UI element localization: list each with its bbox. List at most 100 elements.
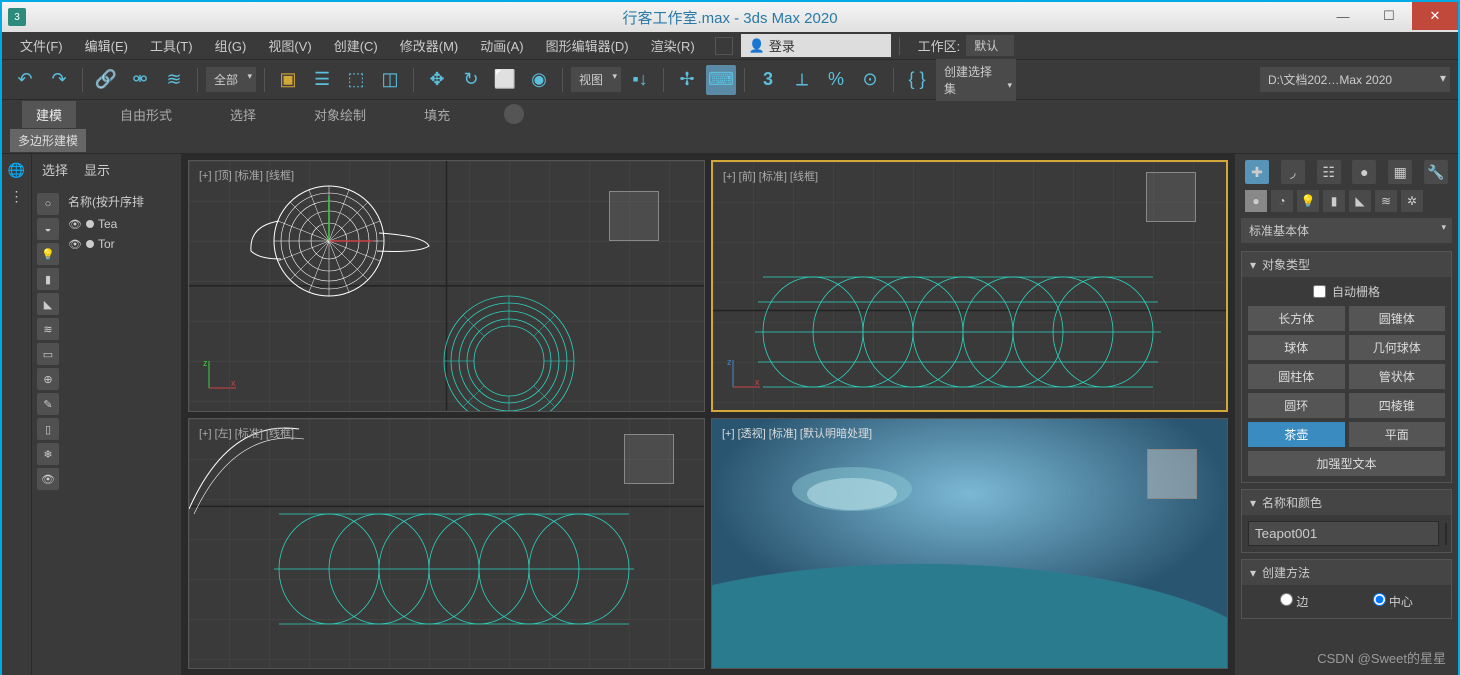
viewport-top[interactable]: [+] [顶] [标准] [线框] xyxy=(188,160,705,412)
viewport-left[interactable]: [+] [左] [标准] [线框] xyxy=(188,418,705,670)
strip-handle-icon[interactable]: ⋮ xyxy=(5,184,29,208)
rotate-button[interactable]: ↻ xyxy=(456,65,486,95)
named-selection-button[interactable]: { } xyxy=(902,65,932,95)
subtab-lights[interactable]: 💡 xyxy=(1297,190,1319,212)
ribbon-tab-modeling[interactable]: 建模 xyxy=(22,101,76,128)
filter-cameras-icon[interactable]: ▮ xyxy=(37,268,59,290)
obj-cylinder[interactable]: 圆柱体 xyxy=(1248,364,1345,389)
move-button[interactable]: ✥ xyxy=(422,65,452,95)
subtab-cameras[interactable]: ▮ xyxy=(1323,190,1345,212)
ribbon-tab-objectpaint[interactable]: 对象绘制 xyxy=(300,101,380,128)
percent-snap-button[interactable]: % xyxy=(821,65,851,95)
ref-coord-dropdown[interactable]: 视图 xyxy=(571,67,621,92)
keyboard-shortcut-button[interactable]: ⌨ xyxy=(706,65,736,95)
window-crossing-button[interactable]: ◫ xyxy=(375,65,405,95)
project-path-dropdown[interactable]: D:\文档202…Max 2020 xyxy=(1260,67,1450,92)
menu-modifiers[interactable]: 修改器(M) xyxy=(390,33,469,58)
ribbon-extra-icon[interactable] xyxy=(504,104,524,124)
viewcube[interactable] xyxy=(609,191,659,241)
obj-textplus[interactable]: 加强型文本 xyxy=(1248,451,1445,476)
object-name-input[interactable] xyxy=(1248,521,1439,546)
viewport-label[interactable]: [+] [透视] [标准] [默认明暗处理] xyxy=(722,425,872,441)
obj-geosphere[interactable]: 几何球体 xyxy=(1349,335,1446,360)
viewcube[interactable] xyxy=(1147,449,1197,499)
polygon-modeling-button[interactable]: 多边形建模 xyxy=(10,129,86,152)
scene-item-teapot[interactable]: 👁 Tea xyxy=(64,214,181,234)
tab-modify[interactable]: ◞ xyxy=(1281,160,1305,184)
scene-tree-header[interactable]: 名称(按升序排 xyxy=(64,189,181,214)
filter-bones-icon[interactable]: ✎ xyxy=(37,393,59,415)
obj-torus[interactable]: 圆环 xyxy=(1248,393,1345,418)
subtab-shapes[interactable]: ◔ xyxy=(1271,190,1293,212)
menu-tools[interactable]: 工具(T) xyxy=(140,33,203,58)
menu-edit[interactable]: 编辑(E) xyxy=(75,33,138,58)
subtab-spacewarps[interactable]: ≋ xyxy=(1375,190,1397,212)
select-button[interactable]: ▣ xyxy=(273,65,303,95)
autogrid-checkbox[interactable] xyxy=(1313,285,1326,298)
ribbon-tab-freeform[interactable]: 自由形式 xyxy=(106,101,186,128)
radio-edge[interactable]: 边 xyxy=(1280,593,1308,610)
visibility-icon[interactable]: 👁 xyxy=(68,238,82,251)
scene-tab-display[interactable]: 显示 xyxy=(84,160,110,179)
viewport-front[interactable]: [+] [前] [标准] [线框] xz xyxy=(711,160,1228,412)
viewcube[interactable] xyxy=(1146,172,1196,222)
menu-rendering[interactable]: 渲染(R) xyxy=(641,33,705,58)
obj-plane[interactable]: 平面 xyxy=(1349,422,1446,447)
menu-create[interactable]: 创建(C) xyxy=(324,33,388,58)
freeze-icon[interactable] xyxy=(86,220,94,228)
obj-teapot[interactable]: 茶壶 xyxy=(1248,422,1345,447)
menu-animation[interactable]: 动画(A) xyxy=(470,33,533,58)
subtab-systems[interactable]: ✲ xyxy=(1401,190,1423,212)
viewport-perspective[interactable]: [+] [透视] [标准] [默认明暗处理] xyxy=(711,418,1228,670)
menu-grapheditors[interactable]: 图形编辑器(D) xyxy=(536,33,639,58)
tab-motion[interactable]: ● xyxy=(1352,160,1376,184)
viewport-label[interactable]: [+] [左] [标准] [线框] xyxy=(199,425,294,441)
subtab-geometry[interactable]: ● xyxy=(1245,190,1267,212)
filter-lights-icon[interactable]: 💡 xyxy=(37,243,59,265)
tab-utilities[interactable]: 🔧 xyxy=(1424,160,1448,184)
scene-tab-select[interactable]: 选择 xyxy=(42,160,68,179)
category-dropdown[interactable]: 标准基本体 xyxy=(1241,218,1452,243)
chevron-icon[interactable] xyxy=(715,37,733,55)
angle-snap-button[interactable]: ⟂ xyxy=(787,65,817,95)
scene-item-torus[interactable]: 👁 Tor xyxy=(64,234,181,254)
obj-tube[interactable]: 管状体 xyxy=(1349,364,1446,389)
subtab-helpers[interactable]: ◣ xyxy=(1349,190,1371,212)
workspace-selector[interactable]: 工作区: 默认 xyxy=(918,35,1015,56)
filter-xrefs-icon[interactable]: ⊕ xyxy=(37,368,59,390)
obj-sphere[interactable]: 球体 xyxy=(1248,335,1345,360)
obj-box[interactable]: 长方体 xyxy=(1248,306,1345,331)
filter-hidden-icon[interactable]: 👁 xyxy=(37,468,59,490)
strip-world-icon[interactable]: 🌐 xyxy=(5,158,29,182)
filter-frozen-icon[interactable]: ❄ xyxy=(37,443,59,465)
tab-create[interactable]: ✚ xyxy=(1245,160,1269,184)
scale-button[interactable]: ⬜ xyxy=(490,65,520,95)
placement-button[interactable]: ◉ xyxy=(524,65,554,95)
redo-button[interactable]: ↷ xyxy=(44,65,74,95)
use-center-button[interactable]: ▪↓ xyxy=(625,65,655,95)
tab-hierarchy[interactable]: ☷ xyxy=(1317,160,1341,184)
filter-geometry-icon[interactable]: ○ xyxy=(37,193,59,215)
signin-button[interactable]: 👤 登录 xyxy=(741,34,891,57)
bind-button[interactable]: ≋ xyxy=(159,65,189,95)
maximize-button[interactable]: ☐ xyxy=(1366,2,1412,30)
ribbon-tab-populate[interactable]: 填充 xyxy=(410,101,464,128)
viewport-label[interactable]: [+] [前] [标准] [线框] xyxy=(723,168,818,184)
filter-containers-icon[interactable]: ▯ xyxy=(37,418,59,440)
rollout-header[interactable]: ▾ 创建方法 xyxy=(1242,560,1451,585)
menu-views[interactable]: 视图(V) xyxy=(258,33,321,58)
undo-button[interactable]: ↶ xyxy=(10,65,40,95)
ribbon-tab-selection[interactable]: 选择 xyxy=(216,101,270,128)
filter-groups-icon[interactable]: ▭ xyxy=(37,343,59,365)
close-button[interactable]: ✕ xyxy=(1412,2,1458,30)
filter-helpers-icon[interactable]: ◣ xyxy=(37,293,59,315)
menu-file[interactable]: 文件(F) xyxy=(10,33,73,58)
spinner-snap-button[interactable]: ⊙ xyxy=(855,65,885,95)
obj-pyramid[interactable]: 四棱锥 xyxy=(1349,393,1446,418)
color-swatch[interactable] xyxy=(1445,523,1447,545)
selection-filter-dropdown[interactable]: 全部 xyxy=(206,67,256,92)
rollout-header[interactable]: ▾ 对象类型 xyxy=(1242,252,1451,277)
workspace-dropdown[interactable]: 默认 xyxy=(966,35,1014,56)
viewport-label[interactable]: [+] [顶] [标准] [线框] xyxy=(199,167,294,183)
link-button[interactable]: 🔗 xyxy=(91,65,121,95)
